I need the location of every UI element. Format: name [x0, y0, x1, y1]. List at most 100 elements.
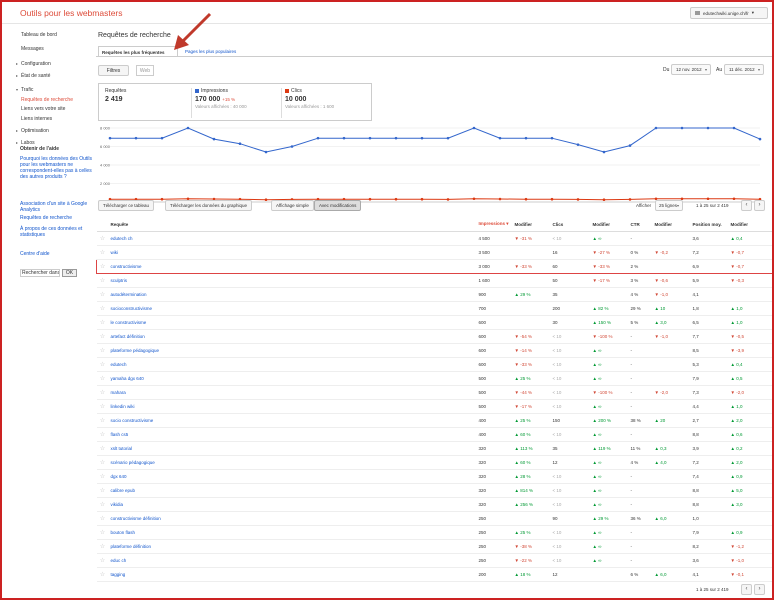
table-row[interactable]: ☆ socio constructivisme 400 ▲ 25 % 150 ▲ 200 … [96, 413, 772, 428]
kpi-impressions[interactable]: Impressions 170 000 +15 % Valeurs affich… [195, 88, 275, 118]
column-header[interactable]: Clics [550, 218, 591, 232]
table-row[interactable]: ☆ educ ch 250 ▼ -22 % < 10 ▲ ∞ - 3,6 ▼ -1,0 [96, 553, 772, 568]
query-link[interactable]: wiki [108, 245, 477, 260]
prev-page-button[interactable]: ‹ [741, 200, 752, 211]
query-link[interactable]: socioconstructivisme [108, 301, 477, 316]
sidebar-item[interactable]: Liens internes [21, 116, 52, 122]
table-row[interactable]: ☆ artefact définition 600 ▼ -54 % < 10 ▼ -100… [96, 329, 772, 344]
query-link[interactable]: yamaha dgx 640 [108, 371, 477, 386]
star-icon[interactable]: ☆ [96, 245, 109, 260]
rows-per-page-select[interactable]: 25 lignes ▾ [655, 200, 683, 211]
sidebar-item[interactable]: ▸ État de santé [16, 73, 50, 79]
table-row[interactable]: ☆ tagging 200 ▲ 18 % 12 6 % ▲ 6,0 4,1 ▼ -0,1 [96, 567, 772, 582]
star-icon[interactable]: ☆ [96, 399, 109, 414]
star-icon[interactable]: ☆ [96, 301, 109, 316]
star-icon[interactable]: ☆ [96, 511, 109, 526]
star-icon[interactable]: ☆ [96, 231, 109, 246]
column-header[interactable]: Impressions ▾ [476, 218, 513, 232]
star-icon[interactable]: ☆ [96, 273, 109, 288]
column-header[interactable]: CTR [628, 218, 653, 232]
query-link[interactable]: dgx 640 [108, 469, 477, 484]
download-table-button[interactable]: Télécharger ce tableau [98, 200, 155, 211]
query-link[interactable]: edutech ch [108, 231, 477, 246]
star-icon[interactable]: ☆ [96, 497, 109, 512]
query-link[interactable]: scénario pédagogique [108, 455, 477, 470]
star-icon[interactable]: ☆ [96, 287, 109, 302]
with-changes-button[interactable]: Avec modifications [314, 200, 362, 211]
table-row[interactable]: ☆ mahara 500 ▼ -44 % < 10 ▼ -100 % - ▼ -2,0 7,3 ▼… [96, 385, 772, 400]
star-icon[interactable]: ☆ [96, 553, 109, 568]
prev-page-button-bottom[interactable]: ‹ [741, 584, 752, 595]
query-link[interactable]: le constructivisme [108, 315, 477, 330]
table-row[interactable]: ☆ bouton flash 250 ▲ 25 % < 10 ▲ ∞ - 7,9 ▲ 0,9 [96, 525, 772, 540]
query-link[interactable]: vikidia [108, 497, 477, 512]
star-icon[interactable]: ☆ [96, 385, 109, 400]
star-icon[interactable]: ☆ [96, 441, 109, 456]
table-row[interactable]: ☆ flash cs5 400 ▲ 60 % < 10 ▲ ∞ - 8,8 ▲ 0,6 [96, 427, 772, 442]
column-header[interactable]: Requête [108, 218, 477, 232]
tab-top-pages[interactable]: Pages les plus populaires [182, 46, 262, 56]
query-link[interactable]: socio constructivisme [108, 413, 477, 428]
star-icon[interactable]: ☆ [96, 483, 109, 498]
table-row[interactable]: ☆ vikidia 320 ▲ 256 % < 10 ▲ ∞ - 8,8 ▲ 3,0 [96, 497, 772, 512]
help-link[interactable]: Centre d'aide [20, 251, 92, 257]
table-row[interactable]: ☆ autodétermination 900 ▲ 29 % 35 4 % ▼ -1,0 4,… [96, 287, 772, 302]
help-link[interactable]: Requêtes de recherche [20, 215, 92, 221]
impressions-swatch[interactable] [195, 89, 199, 93]
clicks-swatch[interactable] [285, 89, 289, 93]
help-link[interactable]: Pourquoi les données des Outils pour les… [20, 156, 92, 180]
query-link[interactable]: flash cs5 [108, 427, 477, 442]
query-link[interactable]: sculptris [108, 273, 477, 288]
query-link[interactable]: bouton flash [108, 525, 477, 540]
table-row[interactable]: ☆ dgx 640 320 ▲ 28 % < 10 ▲ ∞ - 7,4 ▲ 0,9 [96, 469, 772, 484]
query-link[interactable]: xslt tutorial [108, 441, 477, 456]
star-icon[interactable]: ☆ [96, 371, 109, 386]
date-from-picker[interactable]: 12 nov. 2012 ▾ [671, 64, 711, 75]
help-link[interactable]: Association d'un site à Google Analytics [20, 201, 92, 213]
query-link[interactable]: plateforme définition [108, 539, 477, 554]
download-chart-data-button[interactable]: Télécharger les données du graphique [165, 200, 253, 211]
column-header[interactable]: Position moy. [690, 218, 729, 232]
table-row[interactable]: ☆ socioconstructivisme 700 200 ▲ 82 % 29 % ▲ 1… [96, 301, 772, 316]
sidebar-item[interactable]: ▸ Optimisation [16, 128, 49, 134]
column-header[interactable]: Modifier [590, 218, 629, 232]
query-link[interactable]: edutech [108, 357, 477, 372]
account-selector[interactable]: edutechwiki.unige.ch/fr ▾ [690, 7, 768, 19]
star-icon[interactable]: ☆ [96, 567, 109, 582]
sidebar-item[interactable]: ▸ Configuration [16, 61, 51, 67]
web-filter-chip[interactable]: Web [136, 65, 154, 76]
star-icon[interactable]: ☆ [96, 539, 109, 554]
help-link[interactable]: À propos de ces données et statistiques [20, 226, 92, 238]
kpi-clicks[interactable]: Clics 10 000 Valeurs affichées : 1 600 [285, 88, 365, 118]
query-link[interactable]: constructivisme définition [108, 511, 477, 526]
table-row[interactable]: ☆ linkedin wiki 500 ▼ -17 % < 10 ▲ ∞ - 4,4 ▲ 1,0 [96, 399, 772, 414]
sidebar-item[interactable]: Requêtes de recherche [21, 97, 73, 103]
star-icon[interactable]: ☆ [96, 455, 109, 470]
star-icon[interactable]: ☆ [96, 357, 109, 372]
table-row[interactable]: ☆ wiki 3 500 16 ▼ -27 % 0 % ▼ -0,2 7,2 ▼ -0,7 [96, 245, 772, 260]
table-row[interactable]: ☆ constructivisme 3 000 ▼ -33 % 60 ▼ -33 % 2 %… [96, 258, 772, 274]
sidebar-item[interactable]: Tableau de bord [21, 32, 57, 38]
query-link[interactable]: artefact définition [108, 329, 477, 344]
star-icon[interactable]: ☆ [96, 329, 109, 344]
filters-button[interactable]: Filtres [98, 65, 129, 76]
table-row[interactable]: ☆ plateforme définition 250 ▼ -38 % < 10 ▲ ∞ -… [96, 539, 772, 554]
sidebar-item[interactable]: Messages [21, 46, 44, 52]
column-header[interactable]: Modifier [728, 218, 772, 232]
column-header[interactable]: Modifier [652, 218, 691, 232]
star-icon[interactable]: ☆ [96, 469, 109, 484]
help-ok-button[interactable]: OK [62, 269, 77, 277]
table-row[interactable]: ☆ scénario pédagogique 320 ▲ 60 % 12 ▲ ∞ 4 % ▲ … [96, 455, 772, 470]
star-icon[interactable]: ☆ [96, 343, 109, 358]
query-link[interactable]: tagging [108, 567, 477, 582]
table-row[interactable]: ☆ calibre epub 320 ▲ 814 % < 10 ▲ ∞ - 8,8 ▲ 5,0 [96, 483, 772, 498]
simple-view-button[interactable]: Affichage simple [271, 200, 314, 211]
star-icon[interactable]: ☆ [96, 315, 109, 330]
query-link[interactable]: autodétermination [108, 287, 477, 302]
table-row[interactable]: ☆ plateforme pédagogique 600 ▼ -14 % < 10 ▲ ∞… [96, 343, 772, 358]
star-icon[interactable]: ☆ [96, 258, 109, 274]
star-icon[interactable]: ☆ [96, 427, 109, 442]
query-link[interactable]: plateforme pédagogique [108, 343, 477, 358]
query-link[interactable]: mahara [108, 385, 477, 400]
table-row[interactable]: ☆ sculptris 1 600 50 ▼ -17 % 3 % ▼ -0,6 5,9 ▼ -0… [96, 273, 772, 288]
